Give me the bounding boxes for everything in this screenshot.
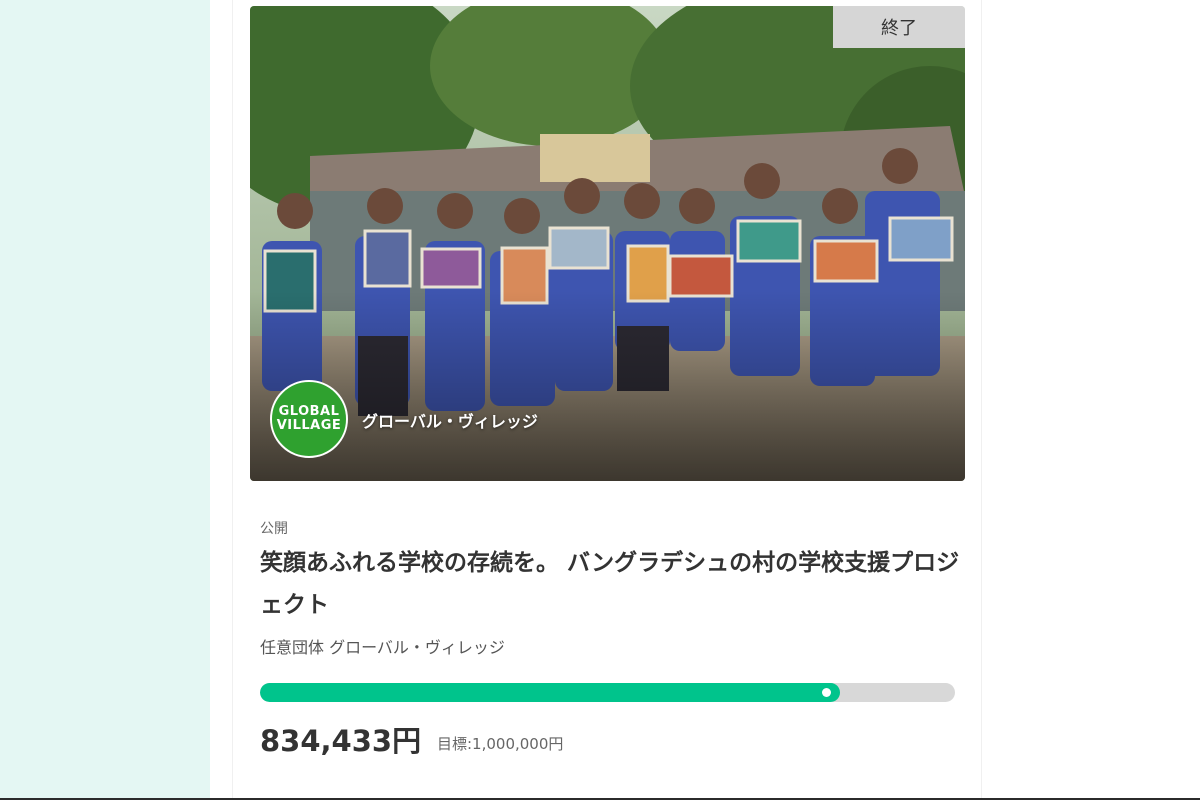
org-logo-text-top: GLOBAL (278, 404, 340, 420)
funding-progress-bar (260, 683, 955, 702)
progress-dot (821, 688, 831, 697)
project-photo[interactable]: 終了 GLOBAL VILLAGE グローバル・ヴィレッジ (250, 6, 965, 481)
project-title[interactable]: 笑顔あふれる学校の存続を。 バングラデシュの村の学校支援プロジェクト (260, 542, 960, 626)
photo-org-name: グローバル・ヴィレッジ (362, 412, 538, 431)
org-logo: GLOBAL VILLAGE (270, 380, 348, 458)
goal-amount: 目標:1,000,000円 (437, 735, 564, 753)
org-logo-text-bottom: VILLAGE (276, 418, 342, 433)
raised-amount: 834,433円 (260, 724, 422, 758)
organizer-name[interactable]: 任意団体 グローバル・ヴィレッジ (260, 634, 505, 658)
project-photo-illustration (250, 6, 965, 481)
funding-progress-fill (260, 683, 840, 702)
left-side-panel (0, 0, 210, 800)
visibility-label: 公開 (260, 521, 288, 537)
status-badge: 終了 (833, 6, 965, 48)
